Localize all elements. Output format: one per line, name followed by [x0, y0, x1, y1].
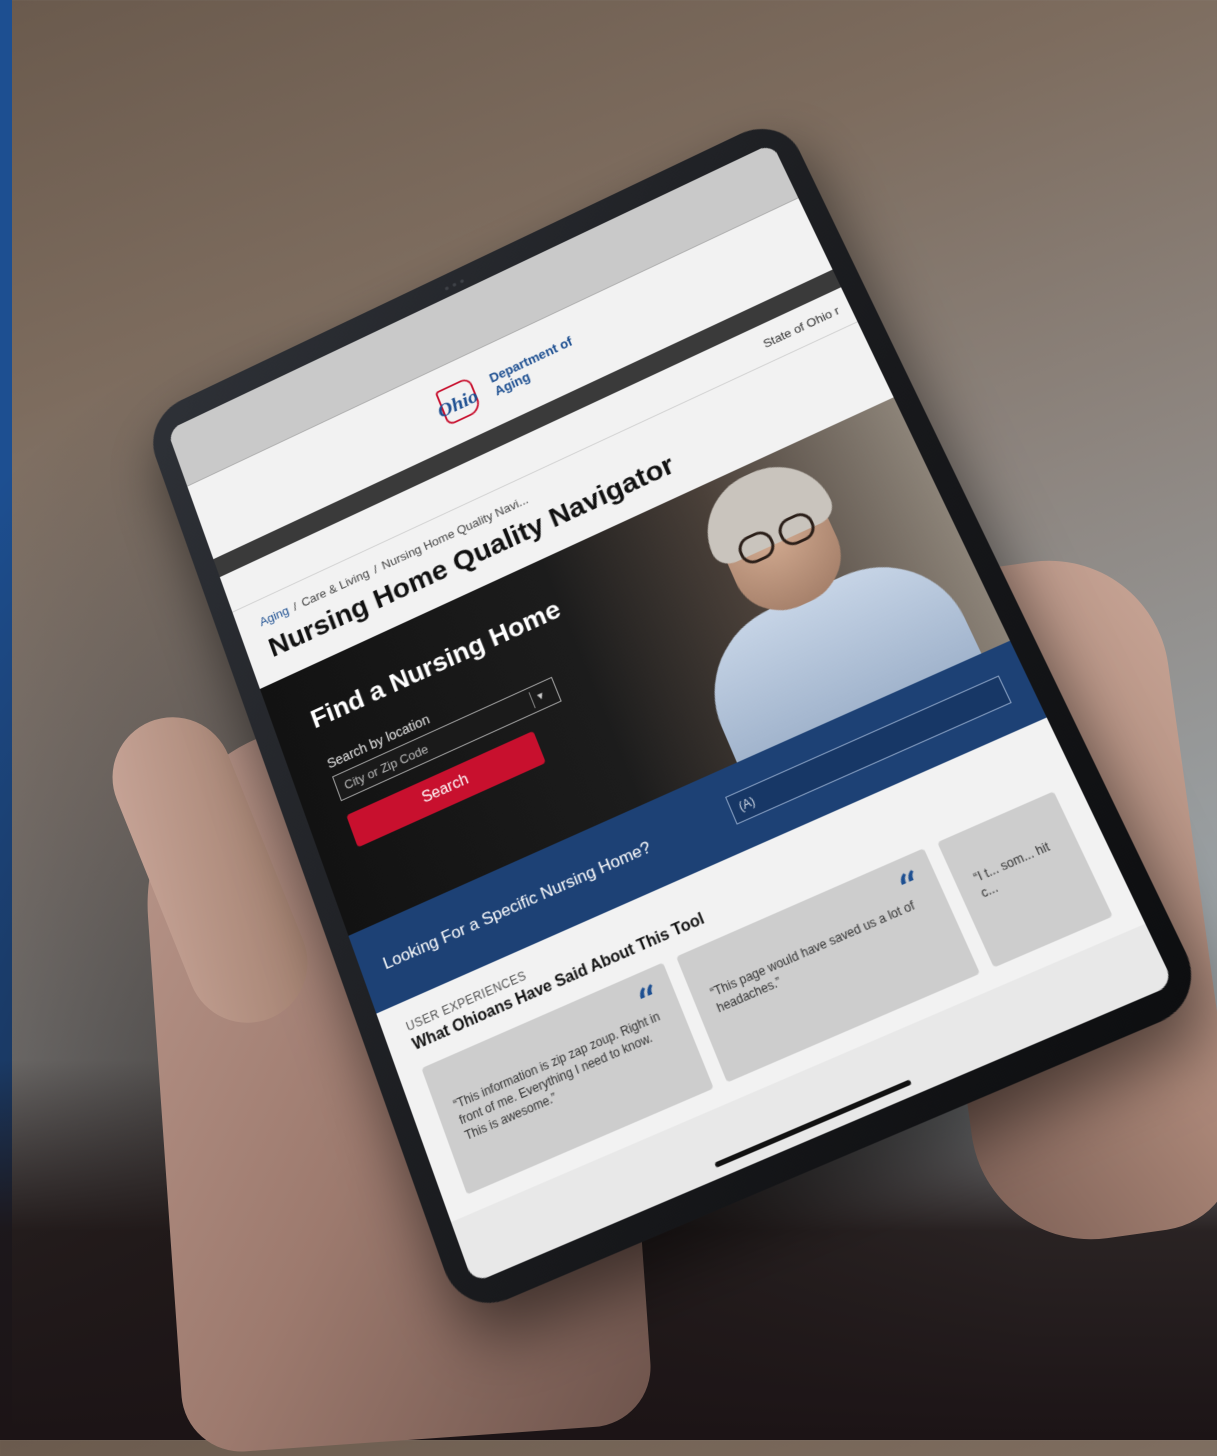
breadcrumb-separator: / — [371, 562, 380, 577]
breadcrumb-separator: / — [291, 599, 299, 614]
department-name: Department of Aging — [487, 334, 580, 398]
testimonial-quote: “I t... som... hit c... — [971, 839, 1052, 901]
chevron-down-icon[interactable]: ▼ — [528, 684, 552, 709]
ohio-logo[interactable]: Ohio — [425, 369, 493, 433]
specific-input-value: (A) — [736, 794, 758, 814]
testimonial-quote: “This information is zip zap zoup. Right… — [451, 1009, 663, 1144]
